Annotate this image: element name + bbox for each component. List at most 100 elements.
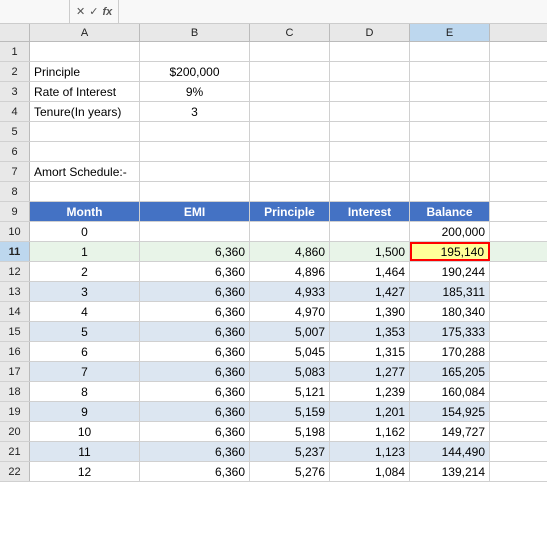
cell[interactable] [250, 222, 330, 241]
cell[interactable] [140, 42, 250, 61]
cell[interactable]: 1,500 [330, 242, 410, 261]
cell[interactable]: 6 [30, 342, 140, 361]
cell[interactable] [140, 182, 250, 201]
cell[interactable]: 3 [30, 282, 140, 301]
cell[interactable]: 1,201 [330, 402, 410, 421]
row-number[interactable]: 12 [0, 262, 30, 281]
cell[interactable]: 139,214 [410, 462, 490, 481]
col-header-a[interactable]: A [30, 24, 140, 41]
row-number[interactable]: 6 [0, 142, 30, 161]
cell[interactable]: 6,360 [140, 462, 250, 481]
cell[interactable] [410, 42, 490, 61]
cell[interactable] [30, 182, 140, 201]
cell[interactable]: 10 [30, 422, 140, 441]
row-number[interactable]: 10 [0, 222, 30, 241]
cell[interactable] [330, 102, 410, 121]
row-number[interactable]: 4 [0, 102, 30, 121]
col-header-e[interactable]: E [410, 24, 490, 41]
row-number[interactable]: 1 [0, 42, 30, 61]
cell[interactable] [330, 42, 410, 61]
cell[interactable]: Balance [410, 202, 490, 221]
row-number[interactable]: 5 [0, 122, 30, 141]
cell[interactable] [410, 82, 490, 101]
cell[interactable]: $200,000 [140, 62, 250, 81]
cell[interactable]: 5,121 [250, 382, 330, 401]
cell[interactable] [250, 162, 330, 181]
cell[interactable]: 5,007 [250, 322, 330, 341]
cell[interactable]: 5,198 [250, 422, 330, 441]
cell[interactable]: 1,315 [330, 342, 410, 361]
row-number[interactable]: 20 [0, 422, 30, 441]
cell[interactable] [330, 142, 410, 161]
cell[interactable]: 6,360 [140, 442, 250, 461]
cell[interactable]: 6,360 [140, 302, 250, 321]
row-number[interactable]: 17 [0, 362, 30, 381]
cell[interactable]: 1,162 [330, 422, 410, 441]
cell[interactable]: 3 [140, 102, 250, 121]
cell[interactable] [250, 82, 330, 101]
cell[interactable]: 6,360 [140, 242, 250, 261]
cell[interactable] [330, 122, 410, 141]
cell[interactable] [250, 182, 330, 201]
cell[interactable]: 1 [30, 242, 140, 261]
formula-input[interactable] [119, 10, 547, 14]
cell[interactable]: Month [30, 202, 140, 221]
cell[interactable]: 175,333 [410, 322, 490, 341]
cell[interactable]: Principle [30, 62, 140, 81]
row-number[interactable]: 13 [0, 282, 30, 301]
cell[interactable]: EMI [140, 202, 250, 221]
cell[interactable]: 6,360 [140, 342, 250, 361]
cell[interactable]: 144,490 [410, 442, 490, 461]
row-number[interactable]: 2 [0, 62, 30, 81]
cell[interactable]: 5,237 [250, 442, 330, 461]
cell[interactable]: 6,360 [140, 262, 250, 281]
cell[interactable] [410, 162, 490, 181]
cell[interactable] [250, 142, 330, 161]
cell[interactable]: 6,360 [140, 322, 250, 341]
cell[interactable]: 190,244 [410, 262, 490, 281]
cell[interactable]: 1,123 [330, 442, 410, 461]
cell[interactable]: 0 [30, 222, 140, 241]
cell[interactable] [250, 42, 330, 61]
cell[interactable]: 180,340 [410, 302, 490, 321]
cell[interactable]: 1,239 [330, 382, 410, 401]
cell[interactable]: 5,159 [250, 402, 330, 421]
col-header-c[interactable]: C [250, 24, 330, 41]
cell[interactable] [410, 122, 490, 141]
cell[interactable]: 4,896 [250, 262, 330, 281]
cell[interactable]: 8 [30, 382, 140, 401]
cell[interactable]: Amort Schedule:- [30, 162, 140, 181]
cell[interactable]: 170,288 [410, 342, 490, 361]
cell[interactable]: Tenure(In years) [30, 102, 140, 121]
cell[interactable]: 4,933 [250, 282, 330, 301]
row-number[interactable]: 16 [0, 342, 30, 361]
cell[interactable] [410, 62, 490, 81]
cell[interactable] [410, 182, 490, 201]
row-number[interactable]: 21 [0, 442, 30, 461]
cell[interactable]: Interest [330, 202, 410, 221]
cell[interactable]: 5,083 [250, 362, 330, 381]
cell[interactable]: 1,464 [330, 262, 410, 281]
cell[interactable]: 9% [140, 82, 250, 101]
cell[interactable]: 185,311 [410, 282, 490, 301]
cell[interactable] [410, 102, 490, 121]
row-number[interactable]: 19 [0, 402, 30, 421]
row-number[interactable]: 22 [0, 462, 30, 481]
cancel-icon[interactable]: ✕ [76, 5, 85, 18]
cell[interactable]: 6,360 [140, 282, 250, 301]
cell[interactable]: 6,360 [140, 402, 250, 421]
cell[interactable] [140, 122, 250, 141]
cell[interactable]: 11 [30, 442, 140, 461]
cell[interactable]: 149,727 [410, 422, 490, 441]
cell[interactable]: 4,860 [250, 242, 330, 261]
cell[interactable]: 12 [30, 462, 140, 481]
cell[interactable] [330, 162, 410, 181]
cell[interactable] [140, 162, 250, 181]
cell[interactable]: 1,390 [330, 302, 410, 321]
cell[interactable]: 6,360 [140, 382, 250, 401]
cell[interactable]: Rate of Interest [30, 82, 140, 101]
cell[interactable]: 160,084 [410, 382, 490, 401]
cell[interactable]: Principle [250, 202, 330, 221]
cell[interactable]: 1,084 [330, 462, 410, 481]
cell[interactable]: 4,970 [250, 302, 330, 321]
